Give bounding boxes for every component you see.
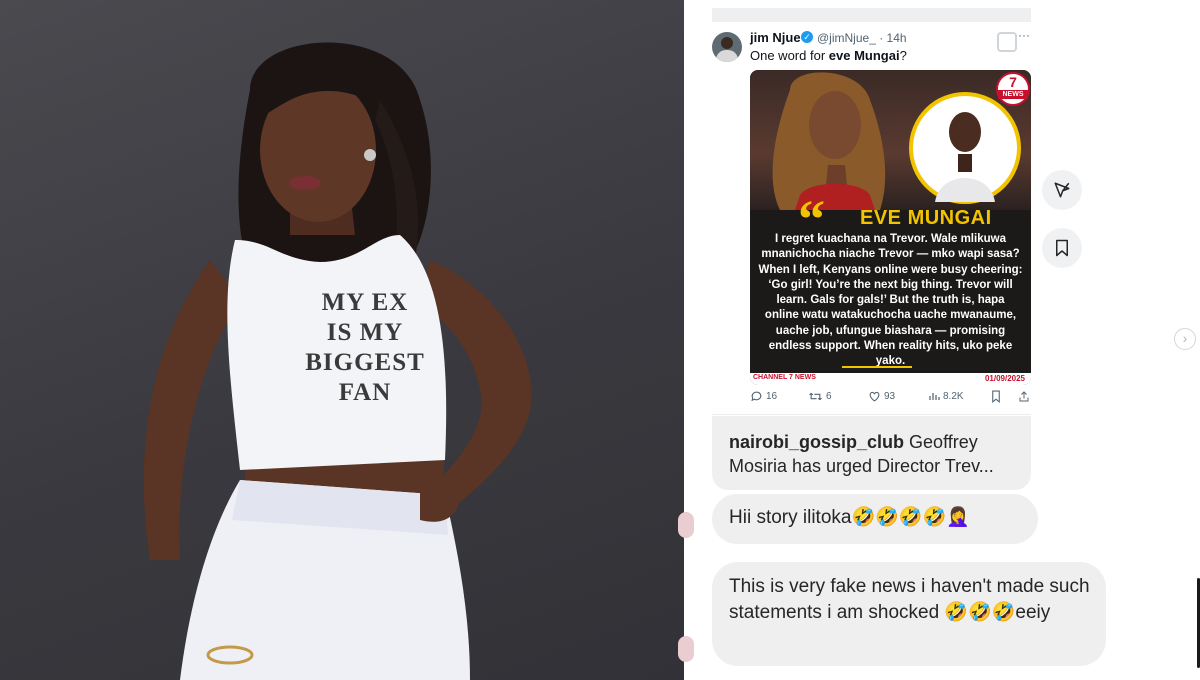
- bookmark-icon: [1056, 239, 1068, 257]
- like-stat[interactable]: 93: [868, 390, 895, 403]
- shared-post-text: nairobi_gossip_club Geoffrey Mosiria has…: [729, 432, 994, 476]
- embedded-tweet[interactable]: jim Njue ✓ @jimNjue_ · 14h ··· One word …: [712, 22, 1031, 415]
- views-count: 8.2K: [943, 390, 964, 402]
- reply-icon: [751, 391, 762, 402]
- retweet-icon: [809, 392, 822, 401]
- channel7-logo: 7 NEWS: [996, 72, 1030, 106]
- card-accent-line: [842, 366, 912, 368]
- message-bubble[interactable]: This is very fake news i haven't made su…: [712, 562, 1106, 666]
- message-bubble[interactable]: Hii story ilitoka🤣🤣🤣🤣🤦‍♀️: [712, 494, 1038, 544]
- message-text: This is very fake news i haven't made su…: [729, 576, 1090, 623]
- shirt-slogan: MY EX IS MY BIGGEST FAN: [305, 289, 425, 406]
- instagram-panel: jim Njue ✓ @jimNjue_ · 14h ··· One word …: [678, 0, 1200, 680]
- tweet-bookmark-icon: [992, 390, 1000, 403]
- more-options-icon[interactable]: ···: [1018, 28, 1030, 42]
- send-icon: [1054, 182, 1070, 198]
- card-date: 01/09/2025: [984, 374, 1025, 383]
- reply-count: 16: [766, 391, 778, 402]
- retweet-count: 6: [826, 391, 832, 402]
- message-text: Hii story ilitoka🤣🤣🤣🤣🤦‍♀️: [729, 507, 970, 528]
- sender-avatar[interactable]: [678, 512, 694, 538]
- views-stat[interactable]: 8.2K: [928, 390, 964, 402]
- tweet-stats-bar: 16 6 93 8.2K: [750, 390, 1031, 406]
- views-icon: [929, 393, 940, 400]
- top-strip: [712, 8, 1031, 22]
- like-count: 93: [884, 391, 896, 402]
- card-headline: EVE MUNGAI: [860, 207, 992, 229]
- shared-post-username[interactable]: nairobi_gossip_club: [729, 432, 904, 452]
- card-footer: CHANNEL 7 NEWS 01/09/2025: [750, 373, 1031, 385]
- card-source: CHANNEL 7 NEWS: [753, 374, 816, 381]
- reply-stat[interactable]: 16: [750, 390, 777, 403]
- tweet-text: One word for eve Mungai?: [750, 48, 907, 63]
- send-button[interactable]: [1042, 170, 1082, 210]
- tweet-handle-time: @jimNjue_ · 14h: [817, 31, 907, 45]
- like-icon: [869, 391, 880, 402]
- tweet-square-icon: [997, 32, 1017, 52]
- share-icon: [1019, 391, 1029, 402]
- verified-icon: ✓: [801, 31, 813, 43]
- save-button[interactable]: [1042, 228, 1082, 268]
- tweet-bookmark-stat[interactable]: [990, 390, 1002, 403]
- card-quote-text: I regret kuachana na Trevor. Wale mlikuw…: [758, 233, 1023, 368]
- news-card-image[interactable]: 7 NEWS “ EVE MUNGAI I regret kuachana na…: [750, 70, 1031, 385]
- share-stat[interactable]: [1018, 390, 1030, 403]
- shared-post-preview[interactable]: nairobi_gossip_club Geoffrey Mosiria has…: [712, 416, 1031, 490]
- tweet-author-name[interactable]: jim Njue: [750, 30, 801, 45]
- next-slide-button[interactable]: ›: [1174, 328, 1196, 350]
- chevron-right-icon: ›: [1182, 330, 1188, 346]
- retweet-stat[interactable]: 6: [808, 390, 832, 403]
- sender-avatar[interactable]: [678, 636, 694, 662]
- tweet-avatar[interactable]: [712, 32, 742, 62]
- left-photo: MY EX IS MY BIGGEST FAN: [0, 0, 684, 680]
